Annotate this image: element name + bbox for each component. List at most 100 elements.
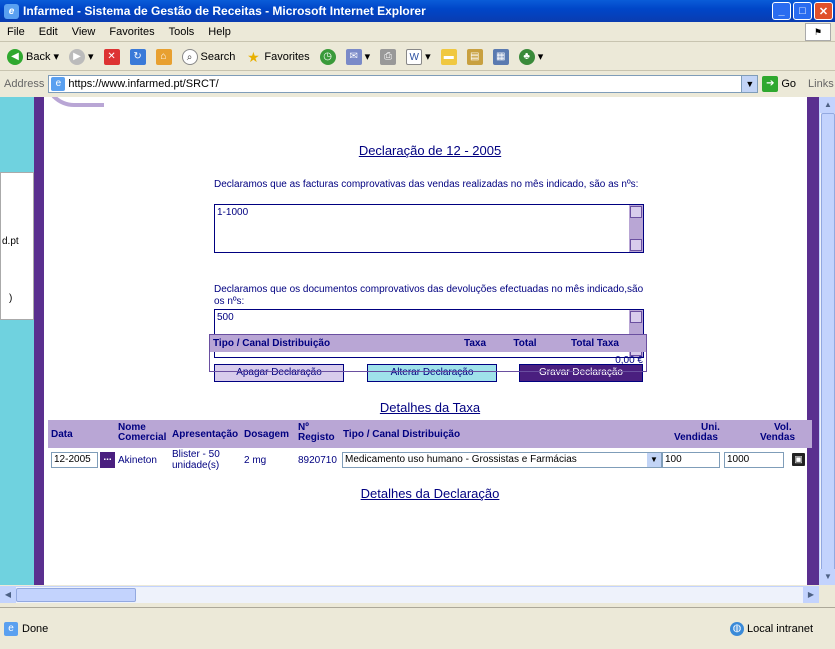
tipo-select[interactable]: Medicamento uso humano - Grossistas e Fa… <box>342 452 662 468</box>
address-label: Address <box>4 78 45 90</box>
zone-text: Local intranet <box>746 622 813 635</box>
taxa-header: Tipo / Canal Distribuição Taxa Total Tot… <box>210 335 646 352</box>
favorites-button[interactable]: ★ Favorites <box>242 47 312 67</box>
print-button[interactable]: ⎙ <box>377 47 399 67</box>
star-icon: ★ <box>247 48 260 65</box>
taxa-col-total-taxa: Total Taxa <box>571 338 619 349</box>
menu-edit[interactable]: Edit <box>32 26 65 38</box>
horizontal-scrollbar[interactable]: ◀ ▶ <box>0 586 819 603</box>
page-icon: e <box>51 77 66 91</box>
facturas-scrollbar[interactable] <box>629 205 643 252</box>
home-icon: ⌂ <box>155 48 172 65</box>
taxa-col-taxa: Taxa <box>463 338 487 349</box>
stop-button[interactable]: ✕ <box>101 47 123 67</box>
table-row: 12-2005 ... Akineton Blister - 50 unidad… <box>48 448 812 472</box>
devolucoes-value: 500 <box>217 312 234 323</box>
search-button[interactable]: ⌕ Search <box>179 47 239 67</box>
menu-favorites[interactable]: Favorites <box>102 26 161 38</box>
taxa-col-tipo: Tipo / Canal Distribuição <box>213 338 331 349</box>
minimize-icon[interactable]: _ <box>772 2 791 20</box>
horizontal-scroll-thumb[interactable] <box>16 588 136 602</box>
window-titlebar: e Infarmed - Sistema de Gestão de Receit… <box>0 0 835 22</box>
address-input[interactable]: e https://www.infarmed.pt/SRCT/ ▼ <box>48 75 759 93</box>
toolbar: ◀ Back ▾ ▶ ▾ ✕ ↻ ⌂ ⌕ Search ★ Favorites ◷ ✉… <box>0 43 835 71</box>
maximize-icon[interactable]: □ <box>793 2 812 20</box>
history-icon: ◷ <box>319 48 336 65</box>
folder-button[interactable]: ▬ <box>438 47 460 67</box>
registo: 8920710 <box>298 455 337 466</box>
declaracao-heading: Detalhes da Declaração <box>360 486 500 501</box>
uni-vendidas-input[interactable]: 100 <box>662 452 720 468</box>
window-title: Infarmed - Sistema de Gestão de Receitas… <box>23 4 426 18</box>
word-icon: W <box>406 48 423 65</box>
zone-indicator: ◍ Local intranet <box>729 621 813 636</box>
col-dosagem: Dosagem <box>244 429 290 440</box>
close-icon[interactable]: ✕ <box>814 2 833 20</box>
back-button[interactable]: ◀ Back ▾ <box>4 47 62 67</box>
menu-view[interactable]: View <box>65 26 103 38</box>
nome-comercial: Akineton <box>118 455 157 466</box>
vertical-scrollbar[interactable]: ▲ ▼ <box>819 97 835 585</box>
messenger-button[interactable]: ▦ <box>490 47 512 67</box>
scroll-down-icon[interactable]: ▼ <box>820 569 835 585</box>
refresh-icon: ↻ <box>129 48 146 65</box>
links-label[interactable]: Links <box>808 78 834 90</box>
stop-icon: ✕ <box>103 48 120 65</box>
taxa-value: 0,00 € <box>615 355 643 366</box>
col-data: Data <box>51 429 73 440</box>
address-bar: Address e https://www.infarmed.pt/SRCT/ … <box>0 72 835 96</box>
research-button[interactable]: ▤ <box>464 47 486 67</box>
decorative-curve <box>44 97 104 107</box>
vertical-scroll-thumb[interactable] <box>821 113 835 573</box>
menu-help[interactable]: Help <box>201 26 238 38</box>
facturas-value: 1-1000 <box>217 207 249 218</box>
menu-file[interactable]: File <box>0 26 32 38</box>
mail-icon: ✉ <box>345 48 362 65</box>
home-button[interactable]: ⌂ <box>153 47 175 67</box>
status-text: Done <box>22 622 49 635</box>
mail-button[interactable]: ✉ ▾ <box>343 47 374 67</box>
status-bar: e Done ◍ Local intranet <box>0 607 835 649</box>
save-icon[interactable]: ▣ <box>792 453 805 466</box>
tools-button[interactable]: ♣ ▾ <box>516 47 547 67</box>
date-picker-button[interactable]: ... <box>100 452 115 468</box>
left-panel: d.pt ) <box>0 97 44 585</box>
ie-logo-icon: e <box>4 3 19 19</box>
vol-vendas-input[interactable]: 1000 <box>724 452 784 468</box>
word-button[interactable]: W ▾ <box>403 47 434 67</box>
data-input[interactable]: 12-2005 <box>51 452 98 468</box>
tools-icon: ♣ <box>518 48 535 65</box>
taxa-col-total: Total <box>513 338 537 349</box>
scroll-down-icon <box>630 239 642 251</box>
tipo-selected-value: Medicamento uso humano - Grossistas e Fa… <box>345 454 577 465</box>
scroll-up-icon[interactable]: ▲ <box>820 97 835 113</box>
page-content: d.pt ) Declaração de 12 - 2005 Declaramo… <box>0 97 819 585</box>
scroll-up-icon <box>630 311 642 323</box>
col-registo-2: Registo <box>298 432 335 443</box>
folder-icon: ▬ <box>440 48 457 65</box>
menu-bar: File Edit View Favorites Tools Help <box>0 22 835 42</box>
window-controls: _ □ ✕ <box>772 2 833 20</box>
facturas-label: Declaramos que as facturas comprovativas… <box>214 179 639 190</box>
menu-tools[interactable]: Tools <box>162 26 202 38</box>
declaracao-table: Data Nome Comercial Apresentação Dosagem… <box>48 420 812 472</box>
history-button[interactable]: ◷ <box>317 47 339 67</box>
chevron-down-icon[interactable]: ▼ <box>647 453 661 467</box>
forward-button[interactable]: ▶ ▾ <box>66 47 97 67</box>
go-arrow-icon: ➔ <box>762 76 779 92</box>
address-dropdown-icon[interactable]: ▼ <box>741 76 758 92</box>
right-strip <box>807 97 819 585</box>
search-icon: ⌕ <box>181 48 198 65</box>
col-uni-2: Vendidas <box>674 432 718 443</box>
left-fragment-2: ) <box>9 293 13 304</box>
messenger-icon: ▦ <box>492 48 509 65</box>
windows-flag-icon: ⚑ <box>805 23 831 41</box>
refresh-button[interactable]: ↻ <box>127 47 149 67</box>
left-box: d.pt ) <box>0 172 34 320</box>
scroll-right-icon[interactable]: ▶ <box>803 587 819 603</box>
scroll-left-icon[interactable]: ◀ <box>0 587 16 603</box>
go-button[interactable]: ➔ Go <box>762 76 796 92</box>
facturas-textarea[interactable]: 1-1000 <box>214 204 644 253</box>
back-arrow-icon: ◀ <box>7 48 23 65</box>
apresentacao: Blister - 50 unidade(s) <box>172 449 220 471</box>
